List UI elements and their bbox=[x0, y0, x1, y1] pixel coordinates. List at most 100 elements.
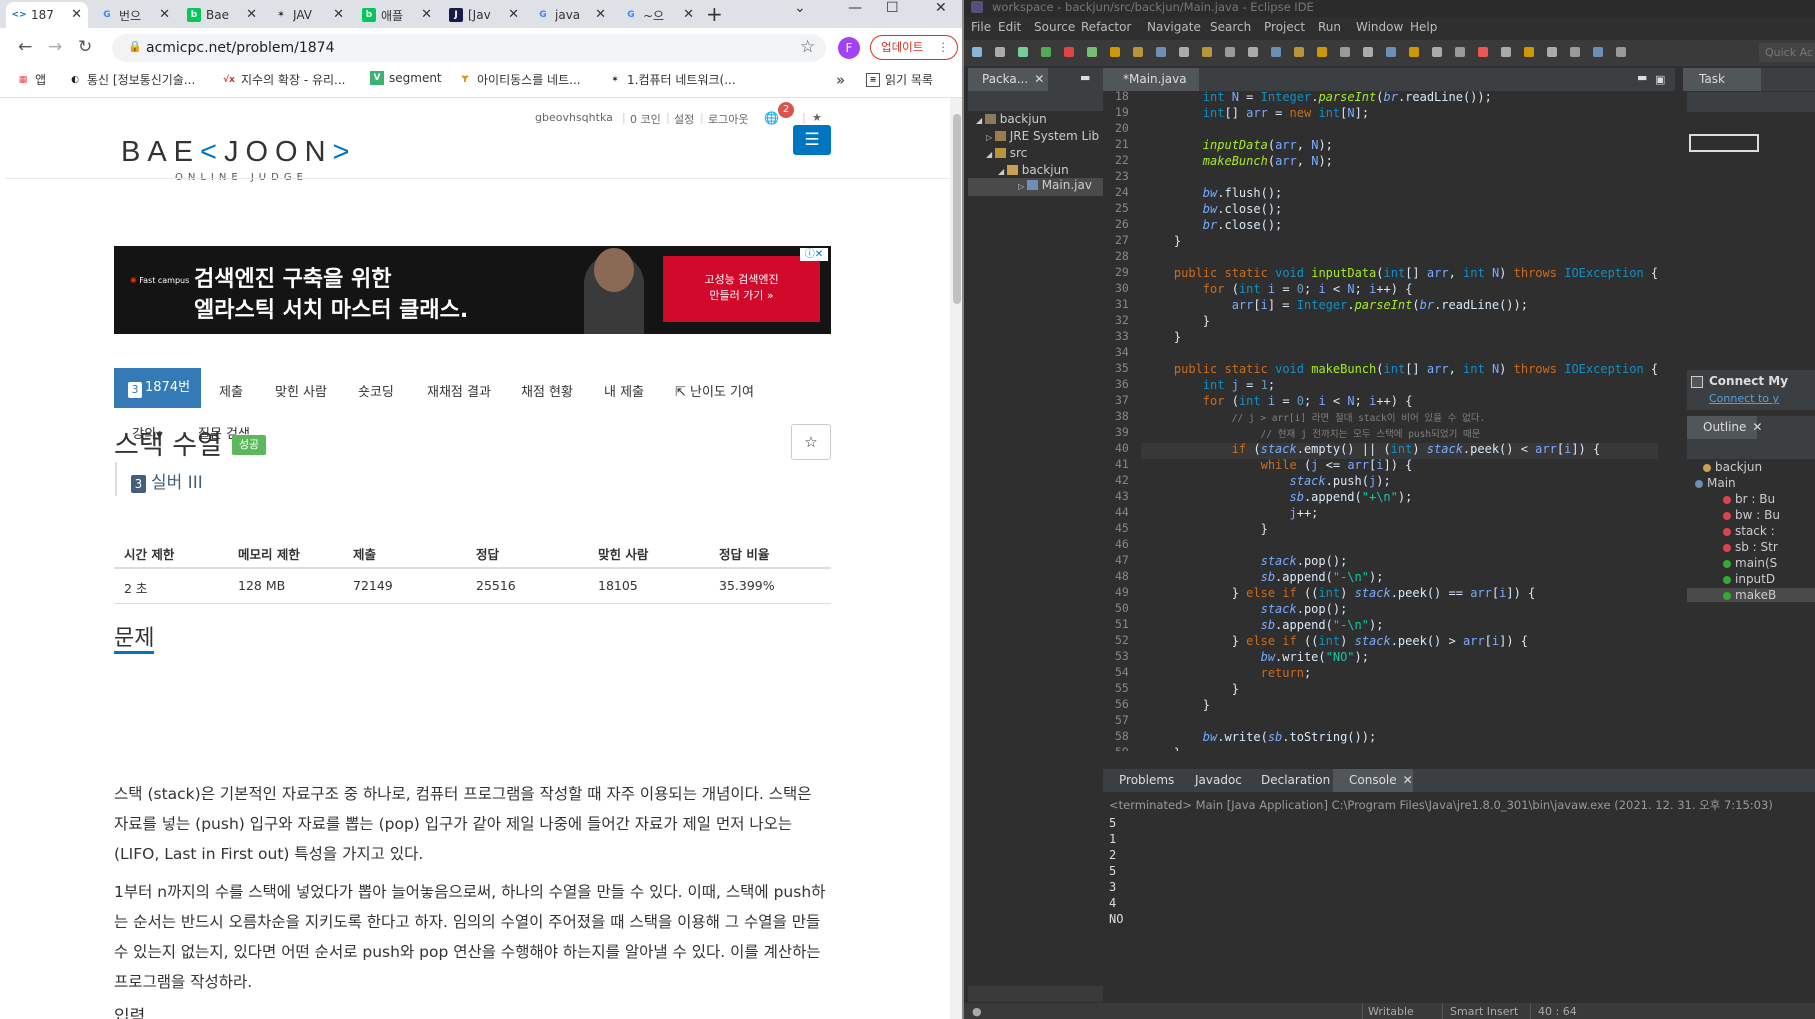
star-icon[interactable]: ★ bbox=[812, 111, 822, 124]
toolbar-icon[interactable] bbox=[1432, 47, 1442, 57]
menu-help[interactable]: Help bbox=[1410, 20, 1437, 34]
tab-main-java[interactable]: *Main.java bbox=[1103, 68, 1199, 91]
more-menu-icon[interactable]: ⋮ bbox=[938, 36, 950, 58]
code-line[interactable]: while (j <= arr[i]) { bbox=[1145, 457, 1413, 473]
toolbar-icon[interactable] bbox=[1570, 47, 1580, 57]
toolbar-icon[interactable] bbox=[1202, 47, 1212, 57]
tab-close-icon[interactable]: ✕ bbox=[421, 7, 432, 22]
close-icon[interactable]: ✕ bbox=[1403, 773, 1413, 787]
tab-close-icon[interactable]: ✕ bbox=[333, 7, 344, 22]
tab-package-explorer[interactable]: Packa... ✕ bbox=[968, 68, 1048, 91]
tab-problems[interactable]: Problems bbox=[1103, 769, 1179, 792]
toolbar-icon[interactable] bbox=[1593, 47, 1603, 57]
code-line[interactable]: int j = 1; bbox=[1145, 377, 1275, 393]
code-line[interactable]: } bbox=[1145, 521, 1268, 537]
tab-close-icon[interactable]: ✕ bbox=[683, 7, 694, 22]
tab-task-list[interactable]: Task List✕ bbox=[1683, 68, 1761, 109]
tab-javadoc[interactable]: Javadoc bbox=[1179, 769, 1245, 792]
tab-status[interactable]: 채점 현황 bbox=[521, 381, 573, 400]
code-line[interactable]: int[] arr = new int[N]; bbox=[1145, 105, 1369, 121]
code-line[interactable]: br.close(); bbox=[1145, 217, 1282, 233]
outline-item[interactable]: makeB bbox=[1687, 588, 1815, 602]
lock-icon[interactable]: 🔒 bbox=[128, 40, 142, 53]
browser-tab[interactable]: b Bae ✕ bbox=[181, 2, 263, 28]
browser-tab[interactable]: J [Jav ✕ bbox=[443, 2, 525, 28]
tab-my-submissions[interactable]: 내 제출 bbox=[604, 381, 644, 400]
maximize-icon[interactable]: ▣ bbox=[1655, 68, 1665, 91]
reload-icon[interactable]: ↻ bbox=[78, 37, 92, 57]
ad-cta-button[interactable]: 고성능 검색엔진 만들러 가기 » bbox=[663, 256, 820, 322]
browser-tab[interactable]: <> 187 ✕ bbox=[6, 2, 88, 28]
code-line[interactable]: for (int i = 0; i < N; i++) { bbox=[1145, 393, 1413, 409]
menu-file[interactable]: File bbox=[971, 20, 991, 34]
tab-rejudge[interactable]: 재채점 결과 bbox=[427, 381, 491, 400]
horizontal-scrollbar[interactable] bbox=[968, 986, 1103, 1002]
hamburger-menu-icon[interactable]: ☰ bbox=[793, 125, 831, 155]
code-line[interactable]: stack.pop(); bbox=[1145, 601, 1348, 617]
code-line[interactable]: bw.write(sb.toString()); bbox=[1145, 729, 1376, 745]
code-editor[interactable]: 18 19 20 21 22 23 24 25 26 27 28 29 30 31 32 33 34 35 36 37… bbox=[1103, 91, 1675, 751]
tree-item-jre[interactable]: ▷ JRE System Lib bbox=[986, 129, 1099, 143]
toolbar-icon[interactable] bbox=[1087, 47, 1097, 57]
toolbar-icon[interactable] bbox=[972, 47, 982, 57]
bookmark-item[interactable]: √x 지수의 확장 - 유리... bbox=[222, 71, 345, 88]
task-filter-input[interactable] bbox=[1689, 134, 1759, 152]
code-line[interactable]: } else if ((int) stack.peek() > arr[i]) … bbox=[1145, 633, 1528, 649]
menu-navigate[interactable]: Navigate bbox=[1147, 20, 1201, 34]
menu-project[interactable]: Project bbox=[1264, 20, 1305, 34]
connect-link[interactable]: Connect to y bbox=[1709, 392, 1779, 405]
bookmark-star-icon[interactable]: ☆ bbox=[800, 37, 815, 57]
outline-item[interactable]: backjun bbox=[1703, 460, 1762, 474]
logout-link[interactable]: 로그아웃 bbox=[708, 111, 748, 127]
toolbar-icon[interactable] bbox=[1294, 47, 1304, 57]
browser-tab[interactable]: Gjava ✕ bbox=[530, 2, 612, 28]
code-line[interactable]: makeBunch(arr, N); bbox=[1145, 153, 1333, 169]
code-line[interactable]: public static void makeBunch(int[] arr, … bbox=[1145, 361, 1658, 377]
toolbar-icon[interactable] bbox=[1386, 47, 1396, 57]
bookmark-item[interactable]: ▦ 앱 bbox=[16, 71, 46, 88]
toolbar-icon[interactable] bbox=[1041, 47, 1051, 57]
code-line[interactable]: } bbox=[1145, 681, 1239, 697]
update-button[interactable]: 업데이트 ⋮ bbox=[870, 35, 958, 60]
tab-search-icon[interactable]: ⌄ bbox=[794, 0, 806, 16]
minimize-icon[interactable]: — bbox=[848, 0, 862, 16]
code-line[interactable]: // 현재 j 전까지는 모두 스택에 push되었기 때문 bbox=[1145, 425, 1481, 441]
code-line[interactable]: sb.append("-\n"); bbox=[1145, 617, 1384, 633]
ad-close-icon[interactable]: ⓘ✕ bbox=[800, 248, 828, 261]
code-line[interactable]: bw.write("NO"); bbox=[1145, 649, 1369, 665]
outline-item[interactable]: inputD bbox=[1723, 572, 1775, 586]
minimize-icon[interactable]: ▬ bbox=[1637, 66, 1647, 89]
outline-item[interactable]: main(S bbox=[1723, 556, 1777, 570]
browser-tab[interactable]: G ~으 ✕ bbox=[618, 2, 700, 28]
menu-search[interactable]: Search bbox=[1210, 20, 1251, 34]
coin-link[interactable]: 0 코인 bbox=[630, 111, 661, 127]
bookmark-item[interactable]: Vsegment bbox=[370, 71, 442, 85]
settings-link[interactable]: 설정 bbox=[674, 111, 694, 127]
browser-tab[interactable]: ✶ JAV ✕ bbox=[268, 2, 350, 28]
outline-item[interactable]: bw : Bu bbox=[1723, 508, 1780, 522]
user-link[interactable]: gbeovhsqhtka bbox=[535, 111, 613, 124]
new-tab-icon[interactable]: + bbox=[706, 2, 723, 26]
toolbar-icon[interactable] bbox=[1225, 47, 1235, 57]
code-line[interactable]: inputData(arr, N); bbox=[1145, 137, 1333, 153]
toolbar-icon[interactable] bbox=[1363, 47, 1373, 57]
tab-submit[interactable]: 제출 bbox=[219, 381, 243, 400]
minimize-icon[interactable]: ▬ bbox=[1080, 66, 1090, 89]
menu-run[interactable]: Run bbox=[1318, 20, 1341, 34]
code-line[interactable]: } else if ((int) stack.peek() == arr[i])… bbox=[1145, 585, 1536, 601]
scrollbar-thumb[interactable] bbox=[953, 114, 961, 304]
toolbar-icon[interactable] bbox=[1133, 47, 1143, 57]
reading-list[interactable]: ≡ 읽기 목록 bbox=[866, 71, 933, 88]
toolbar-icon[interactable] bbox=[1064, 47, 1074, 57]
code-line[interactable]: arr[i] = Integer.parseInt(br.readLine())… bbox=[1145, 297, 1528, 313]
toolbar-icon[interactable] bbox=[1179, 47, 1189, 57]
browser-tab[interactable]: G 번으 ✕ bbox=[94, 2, 176, 28]
code-line[interactable]: j++; bbox=[1145, 505, 1319, 521]
close-icon[interactable]: ✕ bbox=[935, 0, 947, 16]
back-icon[interactable]: ← bbox=[18, 37, 32, 57]
site-logo[interactable]: BAE<JOON> bbox=[121, 136, 356, 169]
toolbar-icon[interactable] bbox=[1018, 47, 1028, 57]
tab-close-icon[interactable]: ✕ bbox=[246, 7, 257, 22]
toolbar-icon[interactable] bbox=[995, 47, 1005, 57]
close-icon[interactable]: ✕ bbox=[1752, 420, 1762, 434]
